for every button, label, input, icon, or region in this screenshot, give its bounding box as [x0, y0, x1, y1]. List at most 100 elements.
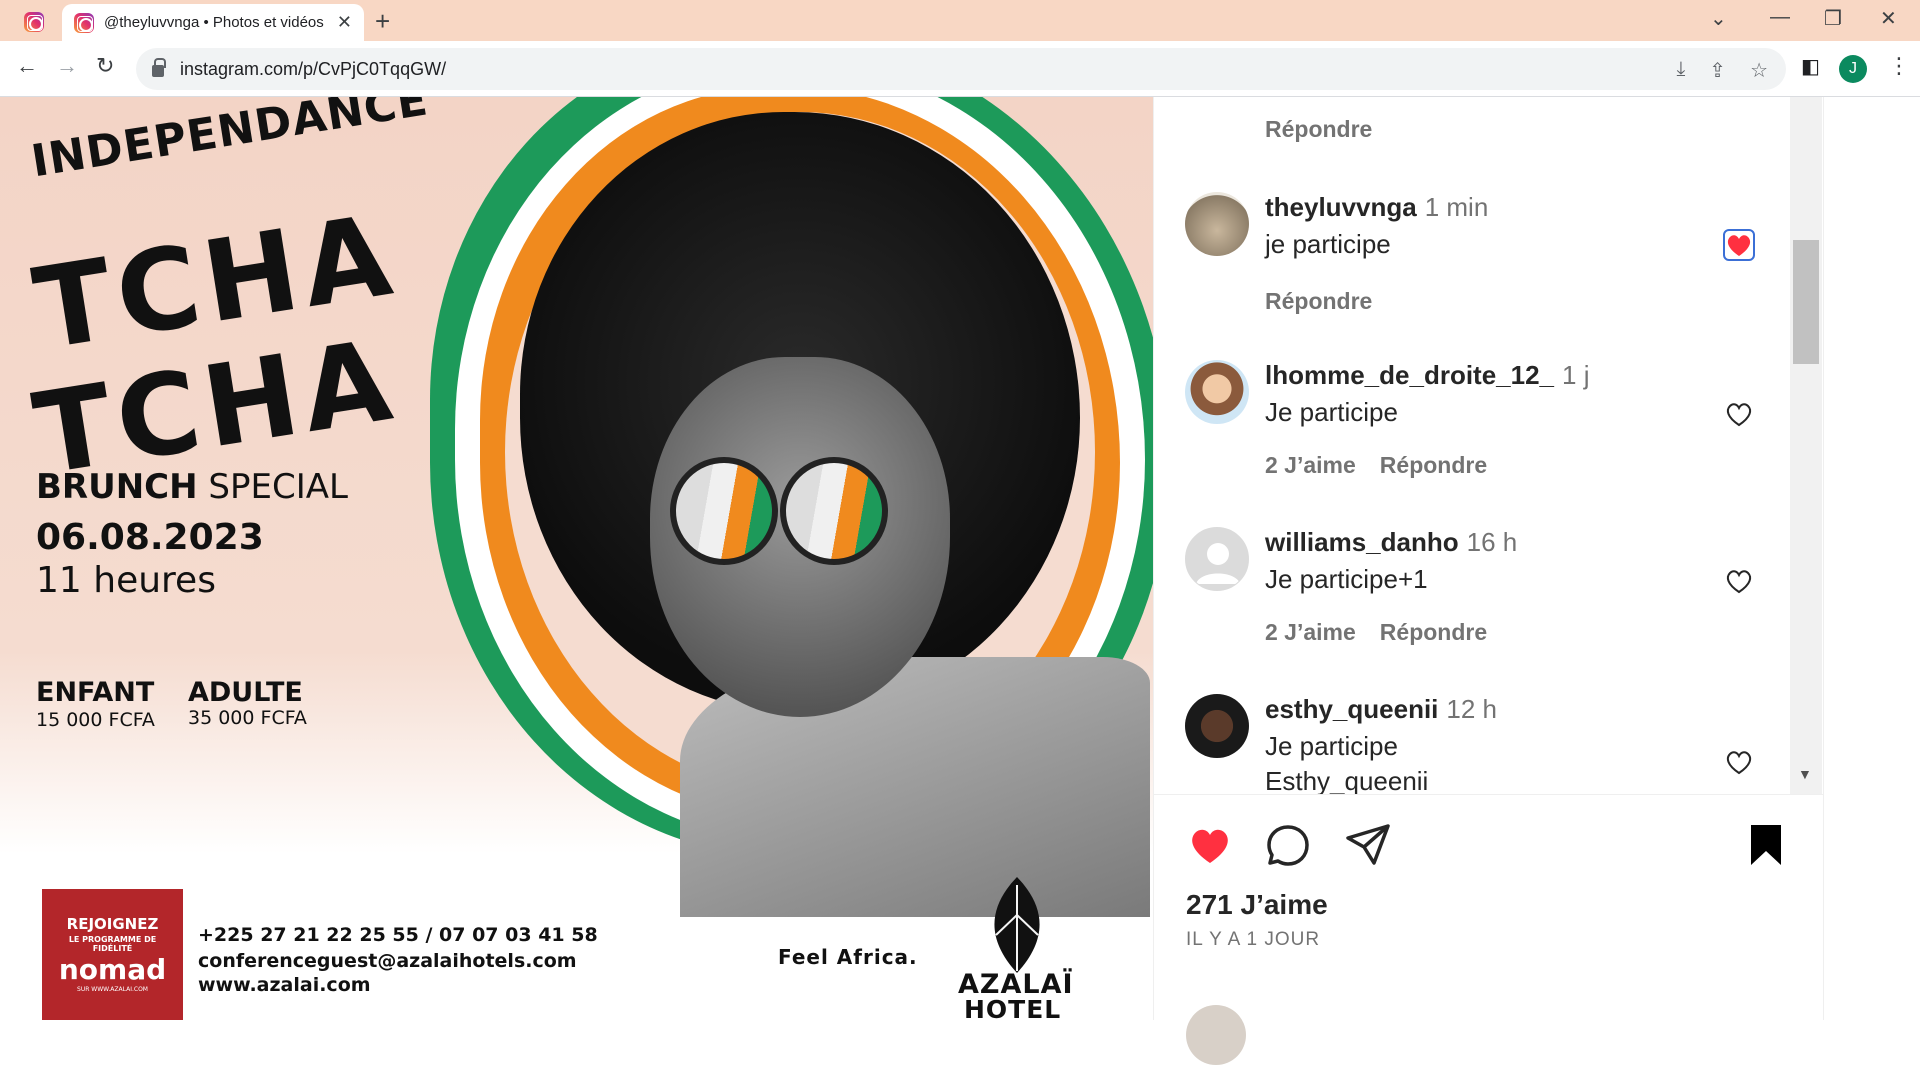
comment-username-text[interactable]: williams_danho	[1265, 527, 1459, 557]
poster-event: BRUNCH SPECIAL	[36, 467, 348, 507]
contact-website: www.azalai.com	[198, 974, 371, 996]
instagram-icon	[74, 12, 94, 33]
poster-date: 06.08.2023	[36, 517, 264, 558]
comment-time[interactable]: 16 h	[1467, 527, 1518, 557]
loyalty-join: REJOIGNEZ	[66, 915, 159, 933]
avatar[interactable]	[1185, 527, 1249, 591]
loyalty-brand: nomad	[58, 953, 167, 986]
post-actions: 271 J’aime IL Y A 1 JOUR	[1153, 794, 1823, 1065]
comment-text: Je participe+1	[1265, 564, 1428, 594]
poster-headline-small: INDEPENDANCE	[28, 97, 432, 188]
browser-toolbar: ← → ↻ instagram.com/p/CvPjC0TqqGW/ ⤓ ⇪ ☆…	[0, 41, 1920, 97]
poster-event-bold: BRUNCH	[36, 467, 198, 507]
sunglasses-left-lens	[670, 457, 778, 565]
heart-outline-icon[interactable]	[1723, 398, 1755, 430]
comments-scrollbar[interactable]	[1790, 97, 1822, 794]
loyalty-badge: REJOIGNEZ LE PROGRAMME DE FIDÉLITÉ nomad…	[42, 889, 183, 1020]
heart-outline-icon[interactable]	[1723, 565, 1755, 597]
sunglasses-right-lens	[780, 457, 888, 565]
tab-search-chevron-icon[interactable]: ⌄	[1710, 6, 1727, 31]
comment-meta: 2 J’aime Répondre	[1265, 619, 1511, 646]
comment-username[interactable]: williams_danho 16 h	[1265, 527, 1517, 558]
reply-link[interactable]: Répondre	[1380, 619, 1487, 645]
side-panel-icon[interactable]: ◧	[1801, 54, 1820, 79]
loyalty-line: LE PROGRAMME DE FIDÉLITÉ	[68, 935, 157, 953]
comment-text: Je participe	[1265, 731, 1398, 761]
right-gutter	[1823, 97, 1920, 1020]
like-heart-filled-icon[interactable]	[1186, 821, 1234, 869]
loyalty-site: SUR WWW.AZALAI.COM	[77, 986, 148, 993]
comment-username-text[interactable]: esthy_queenii	[1265, 694, 1438, 724]
share-send-icon[interactable]	[1344, 821, 1392, 869]
azalai-leaf-logo-icon	[994, 877, 1040, 973]
reply-link[interactable]: Répondre	[1265, 116, 1372, 143]
poster-time: 11 heures	[36, 560, 216, 601]
default-avatar-icon	[1196, 543, 1240, 584]
install-icon[interactable]: ⤓	[1676, 58, 1685, 83]
poster-slogan: Feel Africa.	[778, 945, 918, 969]
back-icon[interactable]: ←	[16, 53, 38, 79]
comment-username-text[interactable]: lhomme_de_droite_12_	[1265, 360, 1554, 390]
comment-text: je participe	[1265, 229, 1391, 259]
comment-likes-link[interactable]: 2 J’aime	[1265, 619, 1356, 645]
pinned-tab[interactable]	[14, 8, 54, 36]
comment-likes-link[interactable]: 2 J’aime	[1265, 452, 1356, 478]
contact-email: conferenceguest@azalaihotels.com	[198, 950, 577, 972]
heart-outline-icon[interactable]	[1723, 746, 1755, 778]
comment-text: Je participe	[1265, 397, 1398, 427]
post-date[interactable]: IL Y A 1 JOUR	[1186, 929, 1320, 951]
bookmark-star-icon[interactable]: ☆	[1750, 58, 1768, 83]
hotel-word: HOTEL	[964, 995, 1062, 1020]
close-tab-icon[interactable]: ✕	[337, 12, 352, 33]
reload-icon[interactable]: ↻	[96, 53, 114, 79]
likes-count[interactable]: 271 J’aime	[1186, 889, 1328, 921]
scroll-down-arrow-icon[interactable]: ▼	[1798, 766, 1812, 782]
lock-icon[interactable]	[152, 58, 166, 77]
avatar[interactable]	[1185, 694, 1249, 758]
address-bar[interactable]: instagram.com/p/CvPjC0TqqGW/ ⤓ ⇪ ☆	[136, 48, 1786, 90]
reply-link[interactable]: Répondre	[1265, 288, 1372, 314]
avatar[interactable]	[1185, 360, 1249, 424]
new-tab-icon[interactable]: +	[375, 6, 390, 37]
comment-bubble-icon[interactable]	[1264, 821, 1312, 869]
browser-menu-icon[interactable]: ⋮	[1888, 53, 1910, 79]
comment-username[interactable]: lhomme_de_droite_12_ 1 j	[1265, 360, 1589, 391]
comment-time[interactable]: 12 h	[1446, 694, 1497, 724]
browser-tab-strip: @theyluvvnga • Photos et vidéos ✕ + ⌄ — …	[0, 0, 1920, 41]
price-adult-label: ADULTE	[188, 677, 303, 708]
scrollbar-thumb[interactable]	[1793, 240, 1819, 364]
comment-username[interactable]: esthy_queenii 12 h	[1265, 694, 1497, 725]
price-adult-value: 35 000 FCFA	[188, 707, 307, 729]
profile-avatar[interactable]: J	[1839, 55, 1867, 83]
post-image[interactable]: INDEPENDANCE TCHA TCHA BRUNCH SPECIAL 06…	[0, 97, 1153, 1020]
contact-phone: +225 27 21 22 25 55 / 07 07 03 41 58	[198, 924, 598, 946]
tab-title: @theyluvvnga • Photos et vidéos	[104, 14, 324, 31]
instagram-icon	[24, 12, 44, 32]
url-text[interactable]: instagram.com/p/CvPjC0TqqGW/	[180, 59, 446, 80]
comment-text-line-2: Esthy_queenii	[1265, 766, 1429, 794]
comment-item: williams_danho 16 h Je participe+1 2 J’ai…	[1185, 527, 1785, 657]
save-bookmark-filled-icon[interactable]	[1742, 821, 1790, 869]
comment-item: lhomme_de_droite_12_ 1 j Je participe 2 J…	[1185, 360, 1785, 490]
comment-username[interactable]: theyluvvnga 1 min	[1265, 192, 1488, 223]
comment-time[interactable]: 1 min	[1425, 192, 1489, 222]
minimize-icon[interactable]: —	[1770, 6, 1790, 29]
close-window-icon[interactable]: ✕	[1880, 6, 1897, 31]
price-child-label: ENFANT	[36, 677, 155, 708]
comment-username-text[interactable]: theyluvvnga	[1265, 192, 1417, 222]
reply-link[interactable]: Répondre	[1380, 452, 1487, 478]
price-child-value: 15 000 FCFA	[36, 709, 155, 731]
heart-filled-icon[interactable]	[1723, 229, 1755, 261]
comment-item: theyluvvnga 1 min je participe Répondre	[1185, 192, 1785, 322]
poster-event-rest: SPECIAL	[197, 467, 348, 507]
restore-icon[interactable]: ❐	[1824, 6, 1842, 31]
comment-time[interactable]: 1 j	[1562, 360, 1589, 390]
avatar[interactable]	[1185, 192, 1249, 256]
comment-item: esthy_queenii 12 h Je participe Esthy_que…	[1185, 694, 1785, 794]
comment-meta: 2 J’aime Répondre	[1265, 452, 1511, 479]
avatar[interactable]	[1186, 1005, 1246, 1065]
comment-meta: Répondre	[1265, 288, 1396, 315]
forward-icon[interactable]: →	[56, 53, 78, 79]
active-tab[interactable]: @theyluvvnga • Photos et vidéos ✕	[62, 4, 364, 41]
share-icon[interactable]: ⇪	[1709, 58, 1726, 83]
